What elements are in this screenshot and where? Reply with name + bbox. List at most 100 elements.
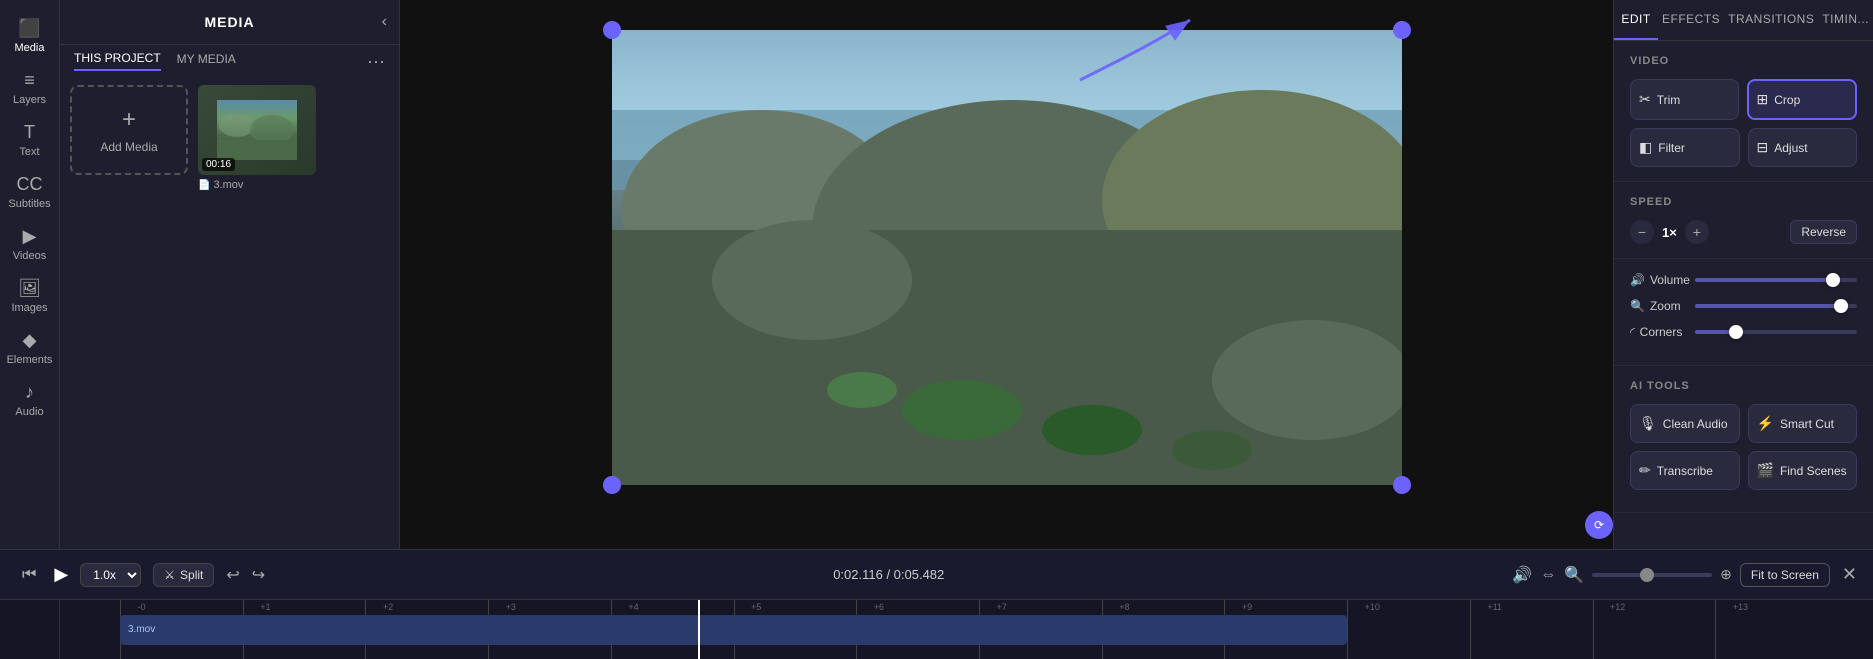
volume-thumb[interactable] [1826,273,1840,287]
redo-button[interactable]: ↪ [252,565,265,585]
corners-icon: ◜ [1630,325,1635,339]
zoom-label: 🔍 Zoom [1630,299,1685,313]
smart-cut-label: Smart Cut [1780,417,1834,431]
sidebar-subtitles-label: Subtitles [8,198,50,210]
transcribe-button[interactable]: ✏ Transcribe [1630,451,1740,490]
zoom-icon: 🔍 [1630,299,1645,313]
corners-thumb[interactable] [1729,325,1743,339]
crop-handle-top-right[interactable] [1393,21,1411,39]
media-icon: ⬛ [18,18,40,39]
crop-button[interactable]: ⊞ Crop [1747,79,1858,120]
clean-audio-button[interactable]: 🎙 Clean Audio [1630,404,1740,443]
zoom-slider[interactable] [1695,304,1857,308]
timeline-label-10: +10 [1365,602,1380,612]
sidebar-item-audio[interactable]: ♪ Audio [0,374,59,426]
timeline-label-6: +6 [874,602,884,612]
collapse-panel-button[interactable]: ‹ [382,13,387,31]
edit-tabs: EDIT EFFECTS TRANSITIONS TIMIN... [1614,0,1873,41]
tab-transitions[interactable]: TRANSITIONS [1724,0,1818,40]
play-button[interactable]: ▶ [54,564,68,585]
timeline-clip[interactable]: 3.mov [120,615,1347,645]
sidebar-item-subtitles[interactable]: CC Subtitles [0,166,59,218]
split-icon: ⚔ [164,568,175,582]
smart-cut-button[interactable]: ⚡ Smart Cut [1748,404,1858,443]
skip-to-start-button[interactable]: ⏮ [16,566,42,584]
ai-buttons-row2: ✏ Transcribe 🎬 Find Scenes [1630,451,1857,490]
add-media-button[interactable]: + Add Media [70,85,188,175]
video-section: VIDEO ✂ Trim ⊞ Crop ◧ Filter ⊟ Adjus [1614,41,1873,182]
sidebar-text-label: Text [19,146,39,158]
corners-slider[interactable] [1695,330,1857,334]
tab-timing[interactable]: TIMIN... [1818,0,1873,40]
volume-slider[interactable] [1695,278,1857,282]
fit-screen-button[interactable]: Fit to Screen [1740,563,1830,587]
crop-handle-bottom-left[interactable] [603,476,621,494]
crop-handle-top-left[interactable] [603,21,621,39]
ai-tools-section: AI TOOLS 🎙 Clean Audio ⚡ Smart Cut ✏ Tra… [1614,366,1873,513]
video-section-label: VIDEO [1630,55,1857,67]
clean-audio-label: Clean Audio [1663,417,1728,431]
zoom-track[interactable] [1592,573,1712,577]
sidebar-images-label: Images [11,302,47,314]
close-icon[interactable]: ✕ [1842,564,1857,585]
tab-this-project[interactable]: THIS PROJECT [74,51,161,71]
speed-select[interactable]: 1.0x 0.5x 1.5x 2.0x [80,563,141,587]
media-more-button[interactable]: ··· [367,52,385,70]
video-actions-row2: ◧ Filter ⊟ Adjust [1630,128,1857,167]
timeline-label-9: +9 [1242,602,1252,612]
volume-label: 🔊 Volume [1630,273,1685,287]
timeline-mark-13 [1715,600,1716,659]
layers-icon: ≡ [24,70,35,91]
zoom-in-icon[interactable]: ⊕ [1720,566,1732,583]
media-header: MEDIA ‹ [60,0,399,45]
thumbnail-filename: 📄 3.mov [198,179,316,191]
timeline-mark-12 [1593,600,1594,659]
crop-handle-bottom-right[interactable] [1393,476,1411,494]
speed-controls: − 1× + Reverse [1630,220,1857,244]
thumbnail-duration: 00:16 [202,158,235,171]
sidebar-item-text[interactable]: T Text [0,114,59,166]
ai-tools-label: AI TOOLS [1630,380,1857,392]
speed-increase-button[interactable]: + [1685,220,1709,244]
plus-icon: + [122,106,136,134]
timeline-mark-11 [1470,600,1471,659]
sidebar-item-videos[interactable]: ▶ Videos [0,218,59,270]
tab-effects[interactable]: EFFECTS [1658,0,1724,40]
zoom-slider-thumb[interactable] [1640,568,1654,582]
adjust-button[interactable]: ⊟ Adjust [1748,128,1858,167]
split-label: Split [180,568,203,582]
tab-my-media[interactable]: MY MEDIA [177,52,236,70]
timeline-label-13: +13 [1733,602,1748,612]
clip-label: 3.mov [128,624,155,635]
add-media-label: Add Media [100,140,157,154]
speed-value: 1× [1662,225,1677,240]
left-sidebar: ⬛ Media ≡ Layers T Text CC Subtitles ▶ V… [0,0,60,549]
tab-edit[interactable]: EDIT [1614,0,1658,40]
video-preview: ⟳ [400,0,1613,549]
filter-button[interactable]: ◧ Filter [1630,128,1740,167]
zoom-out-icon[interactable]: 🔍 [1564,565,1584,585]
speed-decrease-button[interactable]: − [1630,220,1654,244]
video-play-indicator[interactable]: ⟳ [1585,511,1613,539]
images-icon: 🖼 [18,278,41,299]
find-scenes-button[interactable]: 🎬 Find Scenes [1748,451,1858,490]
sidebar-item-elements[interactable]: ◆ Elements [0,322,59,374]
filter-label: Filter [1658,141,1685,155]
zoom-thumb[interactable] [1834,299,1848,313]
trim-button[interactable]: ✂ Trim [1630,79,1739,120]
video-frame [612,30,1402,485]
sidebar-item-images[interactable]: 🖼 Images [0,270,59,322]
timeline: -0 +1 +2 +3 +4 +5 +6 +7 +8 +9 +10 +11 +1… [0,599,1873,659]
adjust-icon: ⊟ [1757,139,1769,156]
sidebar-item-layers[interactable]: ≡ Layers [0,62,59,114]
sidebar-item-media[interactable]: ⬛ Media [0,10,59,62]
text-icon: T [24,122,35,143]
media-thumbnail-1[interactable]: 00:16 [198,85,316,175]
filter-icon: ◧ [1639,139,1652,156]
split-button[interactable]: ⚔ Split [153,563,214,587]
timeline-playhead[interactable] [698,600,700,659]
timeline-ruler[interactable]: -0 +1 +2 +3 +4 +5 +6 +7 +8 +9 +10 +11 +1… [120,600,1873,659]
reverse-button[interactable]: Reverse [1790,220,1857,244]
sidebar-layers-label: Layers [13,94,46,106]
undo-button[interactable]: ↩ [226,565,239,585]
